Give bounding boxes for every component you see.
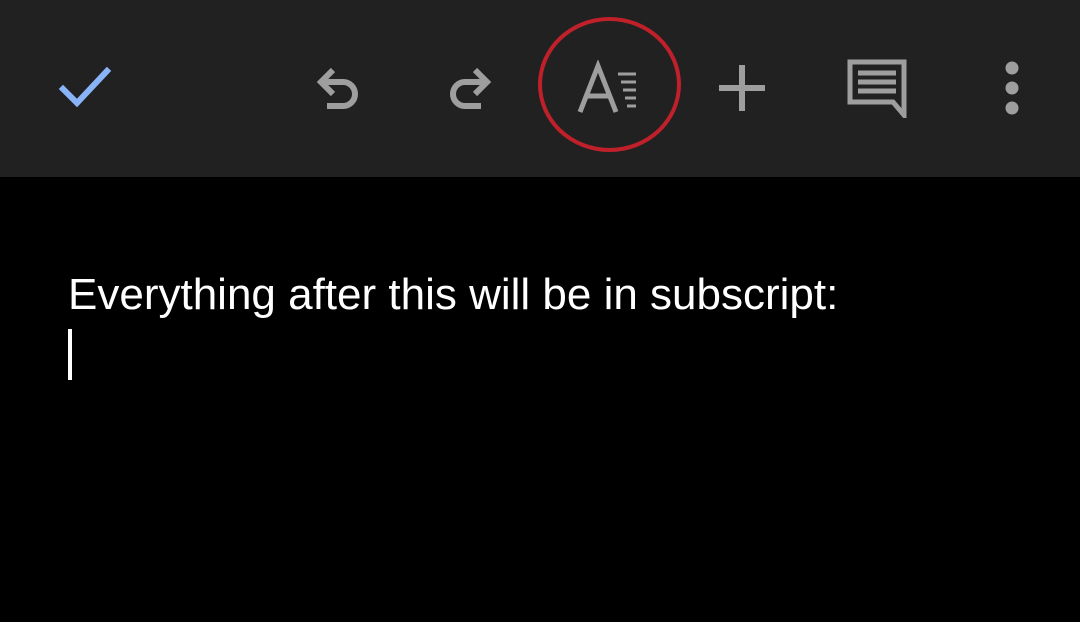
done-button[interactable] [37,40,133,136]
document-body[interactable]: Everything after this will be in subscri… [0,177,1080,622]
text-format-button[interactable] [560,40,656,136]
undo-icon [316,67,358,109]
insert-button[interactable] [694,40,790,136]
more-vertical-icon [1005,61,1019,115]
text-cursor [68,329,72,380]
undo-button[interactable] [289,40,385,136]
more-options-button[interactable] [964,40,1060,136]
document-text-line[interactable]: Everything after this will be in subscri… [68,270,838,320]
check-icon [58,66,112,108]
redo-icon [450,67,492,109]
plus-icon [719,65,765,111]
editor-toolbar [0,0,1080,177]
comment-icon [847,59,907,118]
text-format-icon [577,60,636,113]
comment-button[interactable] [829,40,925,136]
redo-button[interactable] [423,40,519,136]
